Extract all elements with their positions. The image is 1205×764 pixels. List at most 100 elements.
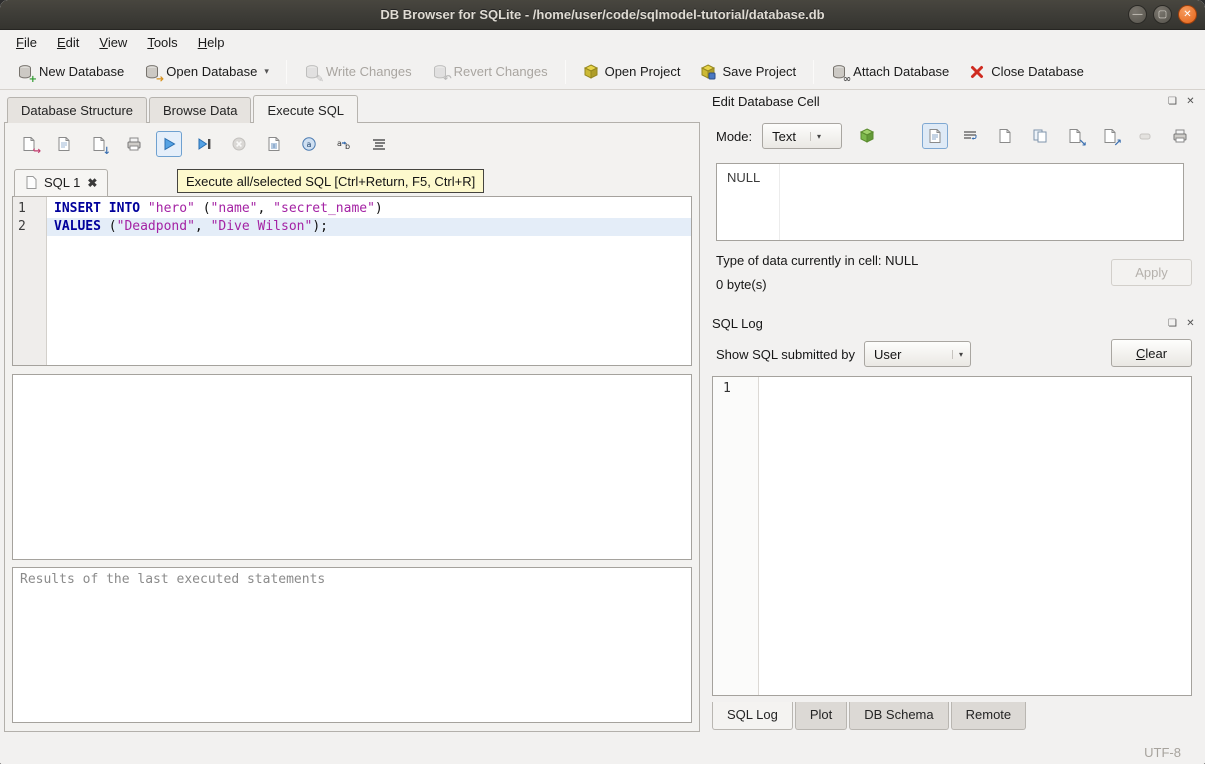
set-null-button bbox=[1132, 123, 1158, 149]
save-sql-file-button[interactable] bbox=[51, 131, 77, 157]
print-icon bbox=[126, 136, 142, 152]
sql-tab-close-icon[interactable]: ✖ bbox=[87, 176, 97, 190]
minimize-button[interactable]: — bbox=[1128, 5, 1147, 24]
word-wrap-cell-icon bbox=[962, 128, 978, 144]
menu-edit[interactable]: Edit bbox=[47, 32, 89, 53]
bottom-tab-bar: SQL Log Plot DB Schema Remote bbox=[712, 702, 1028, 730]
copy-button[interactable] bbox=[1027, 123, 1053, 149]
menu-view[interactable]: View bbox=[89, 32, 137, 53]
save-sql-file-as-button[interactable]: ↓ bbox=[86, 131, 112, 157]
stop-execution-button bbox=[226, 131, 252, 157]
sql-editor[interactable]: 12 INSERT INTO "hero" ("name", "secret_n… bbox=[12, 196, 692, 366]
chevron-down-icon: ▾ bbox=[810, 132, 821, 141]
tab-remote[interactable]: Remote bbox=[951, 702, 1027, 730]
revert-changes-button: ↶ Revert Changes bbox=[423, 59, 557, 85]
encoding-label: UTF-8 bbox=[1144, 745, 1181, 760]
export-results-icon bbox=[266, 136, 282, 152]
execution-status-box: Results of the last executed statements bbox=[12, 567, 692, 723]
open-database-dropdown-icon[interactable]: ▾ bbox=[264, 66, 269, 77]
open-project-icon bbox=[583, 64, 599, 80]
cell-size-info: 0 byte(s) bbox=[716, 277, 767, 292]
open-database-button[interactable]: ➜ Open Database ▾ bbox=[135, 59, 278, 85]
close-database-icon bbox=[969, 64, 985, 80]
text-view-button[interactable] bbox=[922, 123, 948, 149]
open-project-button[interactable]: Open Project bbox=[574, 59, 690, 85]
right-pane: Edit Database Cell ❏ ✕ Mode: Text ▾ bbox=[704, 91, 1201, 739]
save-sql-file-as-icon: ↓ bbox=[91, 136, 107, 152]
mode-combobox[interactable]: Text ▾ bbox=[762, 123, 842, 149]
word-wrap-cell-button[interactable] bbox=[957, 123, 983, 149]
sql-editor-code[interactable]: INSERT INTO "hero" ("name", "secret_name… bbox=[47, 197, 691, 365]
sql-editor-toolbar: ↪ ↓ bbox=[12, 129, 692, 159]
undock-icon[interactable]: ❏ bbox=[1166, 317, 1179, 330]
app-window: DB Browser for SQLite - /home/user/code/… bbox=[0, 0, 1205, 764]
close-button[interactable]: ✕ bbox=[1178, 5, 1197, 24]
json-view-icon bbox=[997, 128, 1013, 144]
tab-execute-sql[interactable]: Execute SQL bbox=[253, 95, 358, 123]
new-database-icon: + bbox=[17, 64, 33, 80]
export-cell-button[interactable]: ↗ bbox=[1097, 123, 1123, 149]
window-controls: — ▢ ✕ bbox=[1128, 5, 1197, 24]
cell-value: NULL bbox=[727, 170, 760, 185]
window-title: DB Browser for SQLite - /home/user/code/… bbox=[380, 7, 824, 22]
format-sql-icon bbox=[371, 136, 387, 152]
copy-icon bbox=[1032, 128, 1048, 144]
attach-database-button[interactable]: ∞ Attach Database bbox=[822, 59, 958, 85]
menu-tools[interactable]: Tools bbox=[137, 32, 187, 53]
find-replace-button[interactable]: a bbox=[296, 131, 322, 157]
mode-label: Mode: bbox=[716, 129, 752, 144]
stop-icon bbox=[231, 136, 247, 152]
print-sql-button[interactable] bbox=[121, 131, 147, 157]
print-cell-button[interactable] bbox=[1167, 123, 1193, 149]
word-wrap-button[interactable]: ab bbox=[331, 131, 357, 157]
submitted-by-combobox[interactable]: User ▾ bbox=[864, 341, 971, 367]
word-wrap-icon: ab bbox=[336, 136, 352, 152]
open-sql-file-button[interactable]: ↪ bbox=[16, 131, 42, 157]
log-line-number: 1 bbox=[723, 381, 731, 396]
svg-text:a: a bbox=[337, 139, 342, 148]
tab-plot[interactable]: Plot bbox=[795, 702, 847, 730]
export-results-button[interactable] bbox=[261, 131, 287, 157]
attach-database-icon: ∞ bbox=[831, 64, 847, 80]
close-database-button[interactable]: Close Database bbox=[960, 59, 1093, 85]
sql-tab[interactable]: SQL 1 ✖ bbox=[14, 169, 108, 197]
tab-browse-data[interactable]: Browse Data bbox=[149, 97, 251, 123]
undock-icon[interactable]: ❏ bbox=[1166, 95, 1179, 108]
open-database-icon: ➜ bbox=[144, 64, 160, 80]
tab-sql-log[interactable]: SQL Log bbox=[712, 702, 793, 730]
cell-type-info: Type of data currently in cell: NULL bbox=[716, 253, 918, 268]
new-database-button[interactable]: + New Database bbox=[8, 59, 133, 85]
format-sql-button[interactable] bbox=[366, 131, 392, 157]
apply-button: Apply bbox=[1111, 259, 1192, 286]
execute-current-line-button[interactable] bbox=[191, 131, 217, 157]
edit-cell-toolbar: Mode: Text ▾ bbox=[716, 121, 1193, 151]
menu-help[interactable]: Help bbox=[188, 32, 235, 53]
dock-close-icon[interactable]: ✕ bbox=[1184, 317, 1197, 330]
open-sql-file-icon: ↪ bbox=[21, 136, 37, 152]
import-cell-button[interactable]: ↘ bbox=[1062, 123, 1088, 149]
execute-all-button[interactable] bbox=[156, 131, 182, 157]
cell-editor[interactable]: NULL bbox=[716, 163, 1184, 241]
auto-switch-mode-button[interactable] bbox=[854, 123, 880, 149]
menu-file[interactable]: File bbox=[6, 32, 47, 53]
dock-close-icon[interactable]: ✕ bbox=[1184, 95, 1197, 108]
sql-log-title: SQL Log bbox=[712, 316, 763, 331]
auto-switch-mode-icon bbox=[859, 128, 875, 144]
execute-all-icon bbox=[161, 136, 177, 152]
json-view-button[interactable] bbox=[992, 123, 1018, 149]
maximize-button[interactable]: ▢ bbox=[1153, 5, 1172, 24]
print-cell-icon bbox=[1172, 128, 1188, 144]
sql-document-icon bbox=[25, 176, 37, 189]
set-null-icon bbox=[1137, 128, 1153, 144]
sql-tab-label: SQL 1 bbox=[44, 175, 80, 190]
text-view-icon bbox=[927, 128, 943, 144]
tab-db-schema[interactable]: DB Schema bbox=[849, 702, 948, 730]
tab-database-structure[interactable]: Database Structure bbox=[7, 97, 147, 123]
toolbar-separator bbox=[286, 60, 287, 84]
edit-cell-title: Edit Database Cell bbox=[712, 94, 820, 109]
save-project-button[interactable]: Save Project bbox=[691, 59, 805, 85]
write-changes-button: ✎ Write Changes bbox=[295, 59, 421, 85]
sql-log-gutter: 1 bbox=[713, 377, 759, 695]
import-cell-icon: ↘ bbox=[1067, 128, 1083, 144]
clear-button[interactable]: Clear bbox=[1111, 339, 1192, 367]
